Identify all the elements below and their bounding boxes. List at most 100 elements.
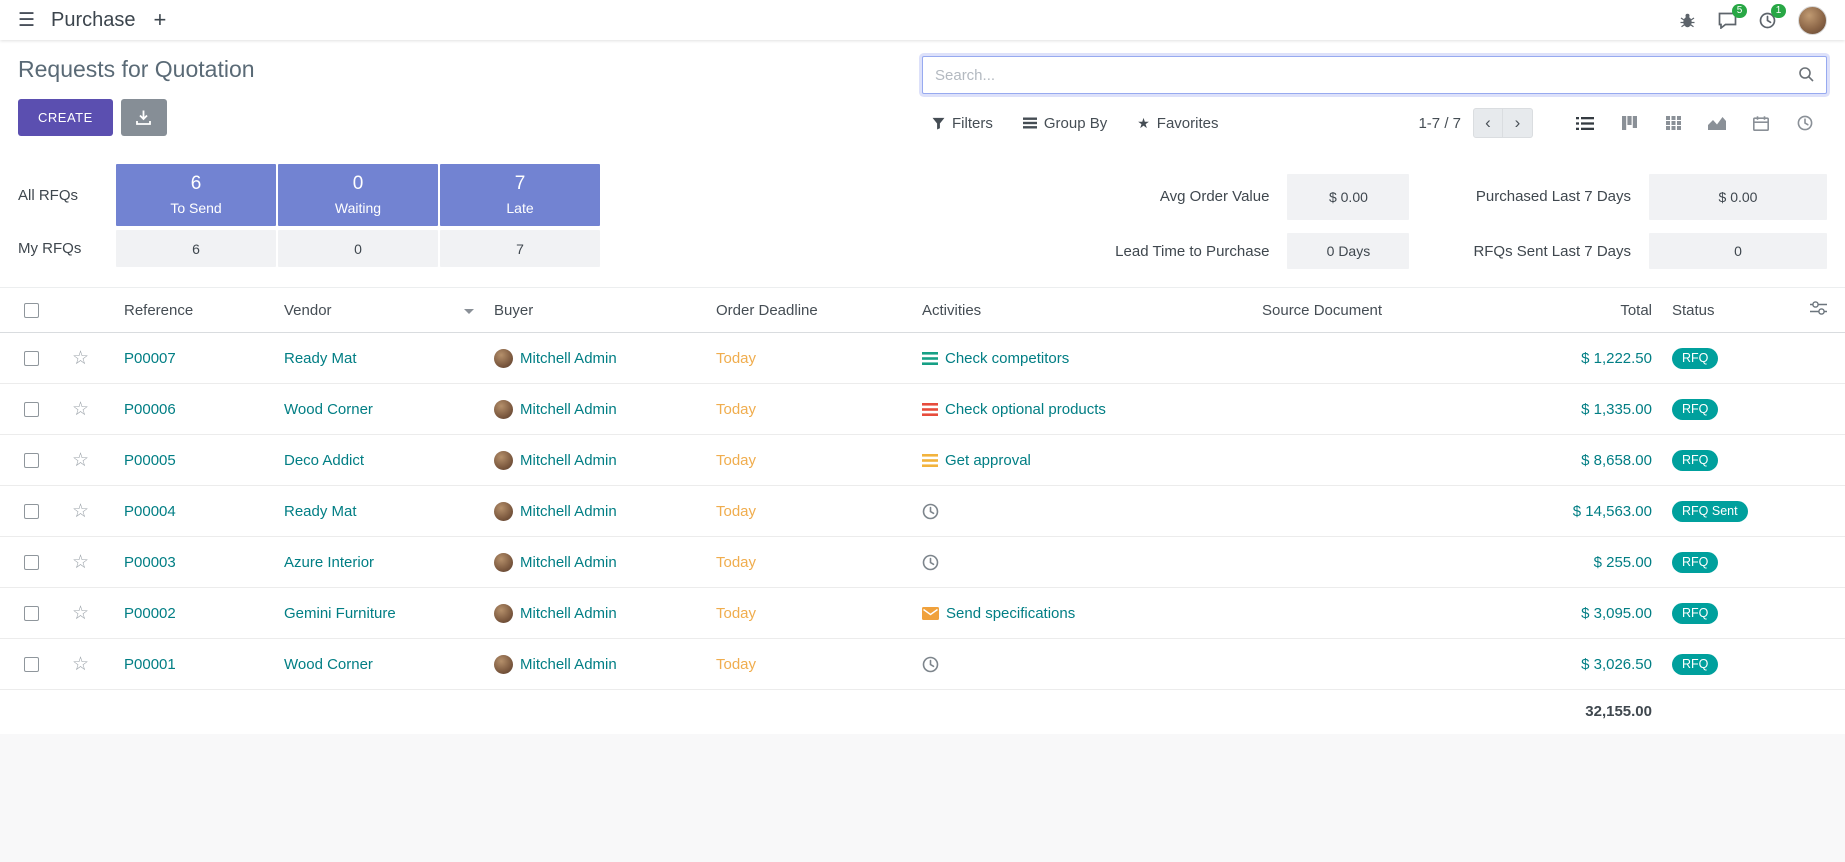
list-red-icon[interactable] bbox=[922, 403, 938, 416]
table-row[interactable]: ☆ P00007 Ready Mat Mitchell Admin Today … bbox=[0, 333, 1845, 384]
activity-label[interactable]: Check optional products bbox=[945, 401, 1106, 418]
plus-icon[interactable]: + bbox=[154, 9, 167, 31]
apps-menu-icon[interactable]: ☰ bbox=[18, 9, 35, 32]
kanban-view-button[interactable] bbox=[1607, 108, 1651, 138]
download-button[interactable] bbox=[121, 99, 167, 136]
vendor-link[interactable]: Deco Addict bbox=[284, 452, 364, 469]
clock-icon[interactable] bbox=[922, 554, 939, 571]
favorite-star-icon[interactable]: ☆ bbox=[72, 399, 89, 420]
activity-label[interactable]: Check competitors bbox=[945, 350, 1069, 367]
table-row[interactable]: ☆ P00003 Azure Interior Mitchell Admin T… bbox=[0, 537, 1845, 588]
table-row[interactable]: ☆ P00002 Gemini Furniture Mitchell Admin… bbox=[0, 588, 1845, 639]
create-button[interactable]: CREATE bbox=[18, 99, 113, 136]
activity-cell[interactable]: Check competitors bbox=[922, 350, 1242, 367]
activity-cell[interactable] bbox=[922, 656, 1242, 673]
table-row[interactable]: ☆ P00005 Deco Addict Mitchell Admin Toda… bbox=[0, 435, 1845, 486]
buyer-link[interactable]: Mitchell Admin bbox=[520, 503, 617, 520]
order-deadline-column-header[interactable]: Order Deadline bbox=[706, 288, 912, 333]
tile-to-send[interactable]: 6 To Send bbox=[116, 164, 276, 226]
vendor-link[interactable]: Azure Interior bbox=[284, 554, 374, 571]
table-row[interactable]: ☆ P00006 Wood Corner Mitchell Admin Toda… bbox=[0, 384, 1845, 435]
favorites-button[interactable]: ★ Favorites bbox=[1137, 115, 1218, 132]
activity-label[interactable]: Get approval bbox=[945, 452, 1031, 469]
activity-cell[interactable] bbox=[922, 554, 1242, 571]
row-checkbox[interactable] bbox=[24, 351, 39, 366]
activities-clock-icon[interactable]: 1 bbox=[1759, 12, 1776, 29]
reference-column-header[interactable]: Reference bbox=[114, 288, 274, 333]
favorite-star-icon[interactable]: ☆ bbox=[72, 603, 89, 624]
pager-value[interactable]: 1-7 / 7 bbox=[1418, 115, 1461, 132]
favorite-star-icon[interactable]: ☆ bbox=[72, 450, 89, 471]
total-column-header[interactable]: Total bbox=[1502, 288, 1662, 333]
my-to-send-count[interactable]: 6 bbox=[116, 230, 276, 267]
source-document-column-header[interactable]: Source Document bbox=[1252, 288, 1502, 333]
row-checkbox[interactable] bbox=[24, 453, 39, 468]
activity-view-button[interactable] bbox=[1783, 108, 1827, 138]
list-yellow-icon[interactable] bbox=[922, 454, 938, 467]
vendor-link[interactable]: Ready Mat bbox=[284, 503, 357, 520]
favorite-star-icon[interactable]: ☆ bbox=[72, 348, 89, 369]
app-name[interactable]: Purchase bbox=[51, 9, 136, 32]
favorite-star-icon[interactable]: ☆ bbox=[72, 501, 89, 522]
activity-cell[interactable] bbox=[922, 503, 1242, 520]
envelope-orange-icon[interactable] bbox=[922, 607, 939, 620]
pager-next-button[interactable]: › bbox=[1503, 108, 1533, 138]
user-avatar[interactable] bbox=[1798, 6, 1827, 35]
optional-columns-button[interactable] bbox=[1792, 288, 1845, 333]
buyer-link[interactable]: Mitchell Admin bbox=[520, 401, 617, 418]
activity-cell[interactable]: Check optional products bbox=[922, 401, 1242, 418]
vendor-link[interactable]: Wood Corner bbox=[284, 401, 373, 418]
pager-previous-button[interactable]: ‹ bbox=[1473, 108, 1503, 138]
search-input[interactable] bbox=[922, 56, 1827, 94]
calendar-view-button[interactable] bbox=[1739, 108, 1783, 138]
buyer-link[interactable]: Mitchell Admin bbox=[520, 554, 617, 571]
list-view-button[interactable] bbox=[1563, 108, 1607, 138]
row-checkbox[interactable] bbox=[24, 555, 39, 570]
favorite-star-icon[interactable]: ☆ bbox=[72, 552, 89, 573]
reference-link[interactable]: P00002 bbox=[124, 605, 176, 622]
buyer-link[interactable]: Mitchell Admin bbox=[520, 452, 617, 469]
my-waiting-count[interactable]: 0 bbox=[278, 230, 438, 267]
buyer-link[interactable]: Mitchell Admin bbox=[520, 350, 617, 367]
debug-bug-icon[interactable] bbox=[1679, 13, 1696, 28]
vendor-link[interactable]: Wood Corner bbox=[284, 656, 373, 673]
buyer-column-header[interactable]: Buyer bbox=[484, 288, 706, 333]
row-checkbox[interactable] bbox=[24, 657, 39, 672]
buyer-link[interactable]: Mitchell Admin bbox=[520, 605, 617, 622]
filters-button[interactable]: Filters bbox=[932, 115, 993, 132]
table-row[interactable]: ☆ P00004 Ready Mat Mitchell Admin Today … bbox=[0, 486, 1845, 537]
messages-icon[interactable]: 5 bbox=[1718, 12, 1737, 29]
clock-icon[interactable] bbox=[922, 503, 939, 520]
activities-column-header[interactable]: Activities bbox=[912, 288, 1252, 333]
buyer-link[interactable]: Mitchell Admin bbox=[520, 656, 617, 673]
table-row[interactable]: ☆ P00001 Wood Corner Mitchell Admin Toda… bbox=[0, 639, 1845, 690]
reference-link[interactable]: P00007 bbox=[124, 350, 176, 367]
group-by-button[interactable]: Group By bbox=[1023, 115, 1107, 132]
graph-view-button[interactable] bbox=[1695, 108, 1739, 138]
vendor-link[interactable]: Ready Mat bbox=[284, 350, 357, 367]
status-column-header[interactable]: Status bbox=[1662, 288, 1792, 333]
vendor-column-header[interactable]: Vendor bbox=[274, 288, 484, 333]
activity-label[interactable]: Send specifications bbox=[946, 605, 1075, 622]
list-green-icon[interactable] bbox=[922, 352, 938, 365]
select-all-checkbox[interactable] bbox=[24, 303, 39, 318]
activity-cell[interactable]: Send specifications bbox=[922, 605, 1242, 622]
row-checkbox[interactable] bbox=[24, 504, 39, 519]
row-checkbox[interactable] bbox=[24, 606, 39, 621]
reference-link[interactable]: P00006 bbox=[124, 401, 176, 418]
favorite-star-icon[interactable]: ☆ bbox=[72, 654, 89, 675]
clock-icon[interactable] bbox=[922, 656, 939, 673]
pivot-view-button[interactable] bbox=[1651, 108, 1695, 138]
vendor-link[interactable]: Gemini Furniture bbox=[284, 605, 396, 622]
activity-cell[interactable]: Get approval bbox=[922, 452, 1242, 469]
reference-link[interactable]: P00004 bbox=[124, 503, 176, 520]
reference-link[interactable]: P00005 bbox=[124, 452, 176, 469]
tile-late[interactable]: 7 Late bbox=[440, 164, 600, 226]
my-late-count[interactable]: 7 bbox=[440, 230, 600, 267]
search-icon[interactable] bbox=[1798, 66, 1815, 88]
reference-link[interactable]: P00003 bbox=[124, 554, 176, 571]
tile-waiting[interactable]: 0 Waiting bbox=[278, 164, 438, 226]
reference-link[interactable]: P00001 bbox=[124, 656, 176, 673]
control-panel: Requests for Quotation CREATE Filte bbox=[0, 40, 1845, 148]
row-checkbox[interactable] bbox=[24, 402, 39, 417]
